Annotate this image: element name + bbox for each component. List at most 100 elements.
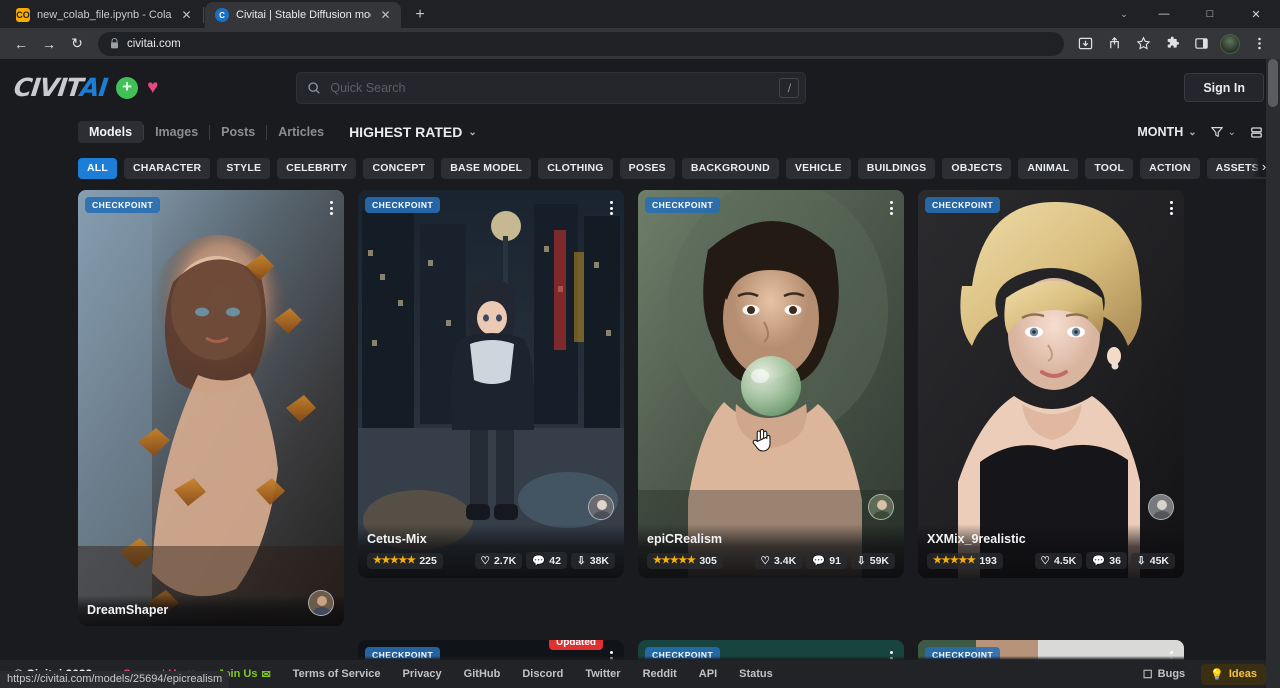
chip-character[interactable]: CHARACTER [124,158,210,179]
model-card[interactable]: CHECKPOINT epiCRealism ★★★★★ 305 ♡ 3.4K [638,190,904,578]
footer-link-reddit[interactable]: Reddit [632,668,688,680]
comments-pill[interactable]: 💬 91 [806,552,847,569]
chip-background[interactable]: BACKGROUND [682,158,779,179]
category-chips: ALL CHARACTER STYLE CELEBRITY CONCEPT BA… [0,148,1280,190]
address-bar[interactable]: civitai.com [98,32,1064,56]
likes-count: 4.5K [1054,555,1076,567]
reload-icon[interactable]: ↻ [64,31,90,57]
chip-style[interactable]: STYLE [217,158,270,179]
rating-count: 225 [419,555,437,567]
search-icon [307,81,321,95]
chip-vehicle[interactable]: VEHICLE [786,158,851,179]
chip-celebrity[interactable]: CELEBRITY [277,158,356,179]
footer-link-terms-of-service[interactable]: Terms of Service [282,668,392,680]
tab-separator [203,7,204,23]
footer-link-github[interactable]: GitHub [453,668,512,680]
extensions-puzzle-icon[interactable] [1159,31,1185,57]
ideas-button[interactable]: 💡 Ideas [1201,664,1266,685]
maximize-button[interactable]: □ [1188,0,1232,28]
downloads-count: 38K [590,555,609,567]
profile-avatar-icon[interactable] [1217,31,1243,57]
site-header: CIVITAI + ♥ / Sign In [0,59,1280,116]
card-title: Cetus-Mix [367,532,615,546]
share-icon[interactable] [1101,31,1127,57]
side-panel-icon[interactable] [1188,31,1214,57]
model-card[interactable]: CHECKPOINT DreamShaper [78,190,344,626]
chip-all[interactable]: ALL [78,158,117,179]
model-card[interactable]: CHECKPOINT Cetus-Mix ★★★★★ 225 ♡ 2.7K [358,190,624,578]
likes-pill[interactable]: ♡ 4.5K [1035,553,1083,569]
card-thumbnail [78,190,344,626]
close-icon[interactable]: ✕ [378,8,393,23]
downloads-pill[interactable]: ⇩ 59K [851,553,895,569]
filter-button[interactable]: ⌄ [1210,125,1236,139]
back-icon[interactable]: ← [8,31,34,57]
avatar[interactable] [868,494,894,520]
sort-dropdown[interactable]: HIGHEST RATED ⌄ [349,124,477,140]
card-top-bar: CHECKPOINT [645,197,897,219]
new-tab-button[interactable]: + [407,2,433,28]
likes-pill[interactable]: ♡ 3.4K [755,553,803,569]
card-title: DreamShaper [87,603,335,617]
avatar[interactable] [308,590,334,616]
quick-search-box[interactable]: / [296,72,806,104]
footer-link-status[interactable]: Status [728,668,784,680]
chip-objects[interactable]: OBJECTS [942,158,1011,179]
tab-images[interactable]: Images [144,121,209,143]
tab-models[interactable]: Models [78,121,143,143]
chevron-down-icon[interactable]: ⌄ [1108,0,1140,28]
model-card[interactable]: CHECKPOINT XXMix_9realistic ★★★★★ 193 ♡ [918,190,1184,578]
card-menu-button[interactable] [886,197,897,219]
ideas-label: Ideas [1229,668,1257,680]
card-menu-button[interactable] [1166,197,1177,219]
chip-action[interactable]: ACTION [1140,158,1199,179]
likes-pill[interactable]: ♡ 2.7K [475,553,523,569]
chip-buildings[interactable]: BUILDINGS [858,158,936,179]
footer-link-twitter[interactable]: Twitter [574,668,631,680]
browser-tab-bar: CO new_colab_file.ipynb - Colaboratory ✕… [0,0,1280,28]
chip-animal[interactable]: ANIMAL [1018,158,1078,179]
heart-icon[interactable]: ♥ [147,78,158,97]
rating-pill[interactable]: ★★★★★ 225 [367,553,443,569]
close-icon[interactable]: ✕ [179,8,194,23]
browser-tab-civitai[interactable]: C Civitai | Stable Diffusion models, ✕ [205,2,401,28]
comments-pill[interactable]: 💬 42 [526,552,567,569]
scrollbar-thumb[interactable] [1268,59,1278,107]
sign-in-button[interactable]: Sign In [1184,73,1264,102]
period-value: MONTH [1137,125,1183,139]
bugs-button[interactable]: ☐ Bugs [1135,665,1193,684]
forward-icon[interactable]: → [36,31,62,57]
footer-link-discord[interactable]: Discord [511,668,574,680]
browser-tab-colab[interactable]: CO new_colab_file.ipynb - Colaboratory ✕ [6,2,202,28]
footer-link-api[interactable]: API [688,668,728,680]
rating-pill[interactable]: ★★★★★ 193 [927,553,1003,569]
rating-pill[interactable]: ★★★★★ 305 [647,553,723,569]
chip-concept[interactable]: CONCEPT [363,158,434,179]
chip-clothing[interactable]: CLOTHING [538,158,612,179]
chrome-menu-icon[interactable] [1246,31,1272,57]
comments-pill[interactable]: 💬 36 [1086,552,1127,569]
avatar [1220,34,1240,54]
search-input[interactable] [330,81,770,95]
card-menu-button[interactable] [606,197,617,219]
avatar[interactable] [1148,494,1174,520]
footer-link-privacy[interactable]: Privacy [392,668,453,680]
chip-poses[interactable]: POSES [620,158,675,179]
install-icon[interactable] [1072,31,1098,57]
create-button[interactable]: + [116,77,138,99]
layout-toggle-button[interactable] [1249,125,1264,140]
site-logo[interactable]: CIVITAI + ♥ [14,73,158,102]
period-dropdown[interactable]: MONTH ⌄ [1137,125,1196,139]
downloads-pill[interactable]: ⇩ 38K [571,553,615,569]
avatar[interactable] [588,494,614,520]
tab-articles[interactable]: Articles [267,121,335,143]
bookmark-star-icon[interactable] [1130,31,1156,57]
chip-base-model[interactable]: BASE MODEL [441,158,531,179]
minimize-button[interactable]: — [1142,0,1186,28]
downloads-pill[interactable]: ⇩ 45K [1131,553,1175,569]
card-menu-button[interactable] [326,197,337,219]
tab-posts[interactable]: Posts [210,121,266,143]
chip-tool[interactable]: TOOL [1085,158,1133,179]
vertical-scrollbar[interactable] [1266,59,1280,688]
window-close-button[interactable]: ✕ [1234,0,1278,28]
